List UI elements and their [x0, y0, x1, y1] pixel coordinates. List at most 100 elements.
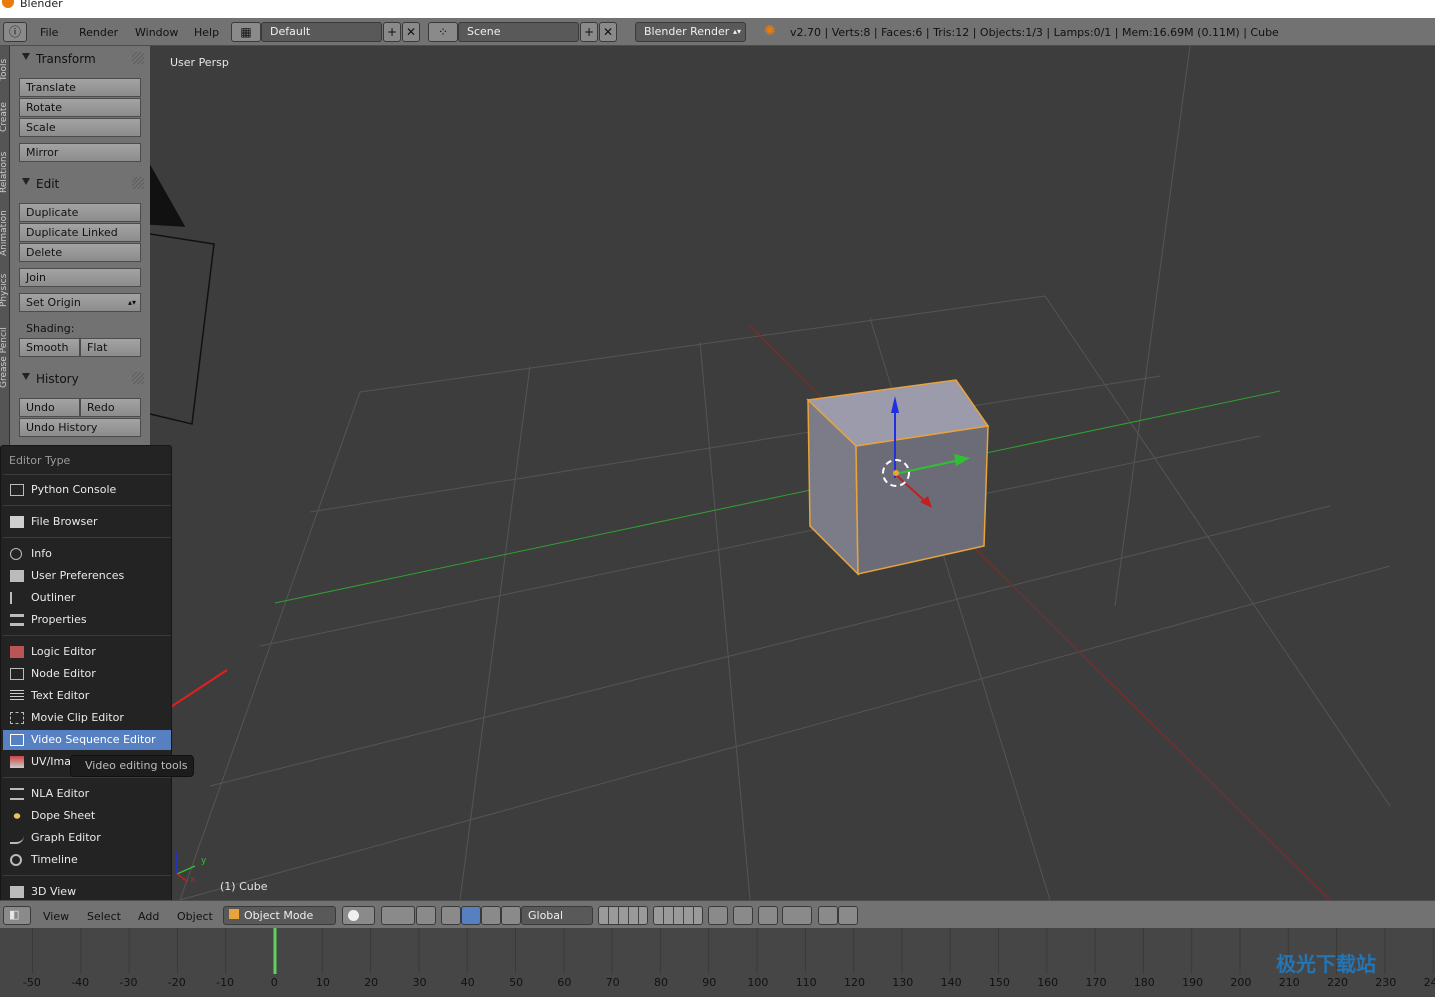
timeline-area[interactable]: -50 -40 -30 -20 -10 0 10 20 30 40 50 60 70 80 90 100 110… [0, 928, 1435, 997]
manipulator-toggle[interactable] [441, 906, 461, 925]
menu-item-logic-editor[interactable]: Logic Editor [3, 642, 171, 662]
outliner-icon [10, 592, 24, 604]
menu-item-properties[interactable]: Properties [3, 610, 171, 630]
menu-render[interactable]: Render [79, 26, 118, 39]
menu-view[interactable]: View [43, 910, 69, 923]
transform-panel-header[interactable]: Transform [10, 48, 150, 70]
menu-separator [3, 777, 171, 778]
delete-screen-button[interactable]: ✕ [402, 22, 420, 42]
menu-add[interactable]: Add [138, 910, 159, 923]
menu-item-graph-editor[interactable]: Graph Editor [3, 828, 171, 848]
edit-panel-header[interactable]: Edit [10, 173, 150, 195]
timeline-tick-label: 60 [557, 976, 572, 989]
menu-item-movie-clip-editor[interactable]: Movie Clip Editor [3, 708, 171, 728]
menu-select[interactable]: Select [87, 910, 121, 923]
flat-shading-button[interactable]: Flat [80, 338, 141, 357]
history-panel-header[interactable]: History [10, 368, 150, 390]
python-console-icon [10, 484, 24, 496]
drag-grip-icon[interactable] [132, 52, 144, 64]
duplicate-linked-button[interactable]: Duplicate Linked [19, 223, 141, 242]
menu-item-video-sequence-editor[interactable]: Video Sequence Editor [3, 730, 171, 750]
info-header: ⓘ File Render Window Help ▦ Default + ✕ … [0, 18, 1435, 46]
mirror-button[interactable]: Mirror [19, 143, 141, 162]
menu-item-node-editor[interactable]: Node Editor [3, 664, 171, 684]
menu-item-dope-sheet[interactable]: Dope Sheet [3, 806, 171, 826]
editor-type-button[interactable]: ◧ [3, 906, 31, 925]
menu-item-label: Info [31, 547, 52, 560]
menu-item-label: Movie Clip Editor [31, 711, 124, 724]
pivot-point-select[interactable] [381, 906, 415, 925]
scene-field[interactable]: Scene [458, 22, 579, 42]
menu-item-label: Properties [31, 613, 87, 626]
timeline-tick-label: 10 [315, 976, 330, 989]
axis-gizmo-y-label: y [201, 856, 207, 866]
add-scene-button[interactable]: + [580, 22, 598, 42]
scene-layers-grid[interactable] [598, 906, 648, 925]
smooth-shading-button[interactable]: Smooth [19, 338, 80, 357]
screen-layout-selector[interactable]: ▦ [231, 22, 261, 42]
timeline-tick-label: -10 [216, 976, 235, 989]
timeline-tick-label: 120 [844, 976, 865, 989]
viewport-shading-select[interactable] [342, 906, 375, 925]
duplicate-button[interactable]: Duplicate [19, 203, 141, 222]
menu-help[interactable]: Help [194, 26, 219, 39]
transform-orientation-select[interactable]: Global [521, 906, 593, 925]
timeline-tick-label: -40 [71, 976, 90, 989]
proportional-edit-toggle[interactable] [733, 906, 753, 925]
translate-button[interactable]: Translate [19, 78, 141, 97]
rotate-manipulator-toggle[interactable] [481, 906, 501, 925]
menu-item-label: Outliner [31, 591, 76, 604]
scene-statistics: v2.70 | Verts:8 | Faces:6 | Tris:12 | Ob… [790, 26, 1279, 39]
logic-editor-icon [10, 646, 24, 658]
axis-gizmo-x-label: x [190, 875, 196, 885]
scene-layers-grid-2[interactable] [653, 906, 703, 925]
undo-history-button[interactable]: Undo History [19, 418, 141, 437]
timeline-tick-label: 190 [1182, 976, 1204, 989]
lock-layers-toggle[interactable] [708, 906, 728, 925]
menu-item-3d-view[interactable]: 3D View [3, 882, 171, 902]
render-opengl-animation-button[interactable] [838, 906, 858, 925]
delete-scene-button[interactable]: ✕ [599, 22, 617, 42]
menu-object[interactable]: Object [177, 910, 213, 923]
scale-button[interactable]: Scale [19, 118, 141, 137]
menu-item-timeline[interactable]: Timeline [3, 850, 171, 870]
snap-element-select[interactable] [782, 906, 812, 925]
menu-item-file-browser[interactable]: File Browser [3, 512, 171, 532]
menu-item-label: 3D View [31, 885, 77, 898]
menu-item-user-preferences[interactable]: User Preferences [3, 566, 171, 586]
menu-item-text-editor[interactable]: Text Editor [3, 686, 171, 706]
object-mode-select[interactable]: Object Mode [223, 906, 336, 925]
pivot-align-toggle[interactable] [416, 906, 436, 925]
menu-item-nla-editor[interactable]: NLA Editor [3, 784, 171, 804]
drag-grip-icon[interactable] [132, 177, 144, 189]
snap-toggle[interactable] [758, 906, 778, 925]
collapse-triangle-icon [22, 178, 30, 185]
transform-orientation-label: Global [528, 909, 564, 922]
menu-window[interactable]: Window [135, 26, 178, 39]
menu-item-label: Graph Editor [31, 831, 101, 844]
render-opengl-button[interactable] [818, 906, 838, 925]
uv-image-editor-icon [10, 756, 24, 768]
delete-button[interactable]: Delete [19, 243, 141, 262]
join-button[interactable]: Join [19, 268, 141, 287]
menu-file[interactable]: File [40, 26, 58, 39]
render-engine-select[interactable]: Blender Render ▴▾ [635, 22, 746, 42]
scale-manipulator-toggle[interactable] [501, 906, 521, 925]
rotate-button[interactable]: Rotate [19, 98, 141, 117]
add-screen-button[interactable]: + [383, 22, 401, 42]
undo-button[interactable]: Undo [19, 398, 80, 417]
timeline-tick-label: 140 [940, 976, 962, 989]
menu-item-python-console[interactable]: Python Console [3, 480, 171, 500]
screen-layout-field[interactable]: Default [261, 22, 382, 42]
translate-manipulator-toggle[interactable] [461, 906, 481, 925]
3d-viewport[interactable]: User Persp (1) Cube y x [150, 46, 1435, 900]
info-editor-type-button[interactable]: ⓘ [3, 22, 27, 42]
close-icon: ✕ [405, 25, 417, 39]
set-origin-dropdown[interactable]: Set Origin ▴▾ [19, 293, 141, 312]
redo-button[interactable]: Redo [80, 398, 141, 417]
scene-selector[interactable]: ⁘ [428, 22, 458, 42]
drag-grip-icon[interactable] [132, 372, 144, 384]
menu-item-info[interactable]: Info [3, 544, 171, 564]
menu-item-outliner[interactable]: Outliner [3, 588, 171, 608]
user-preferences-icon [10, 570, 24, 582]
